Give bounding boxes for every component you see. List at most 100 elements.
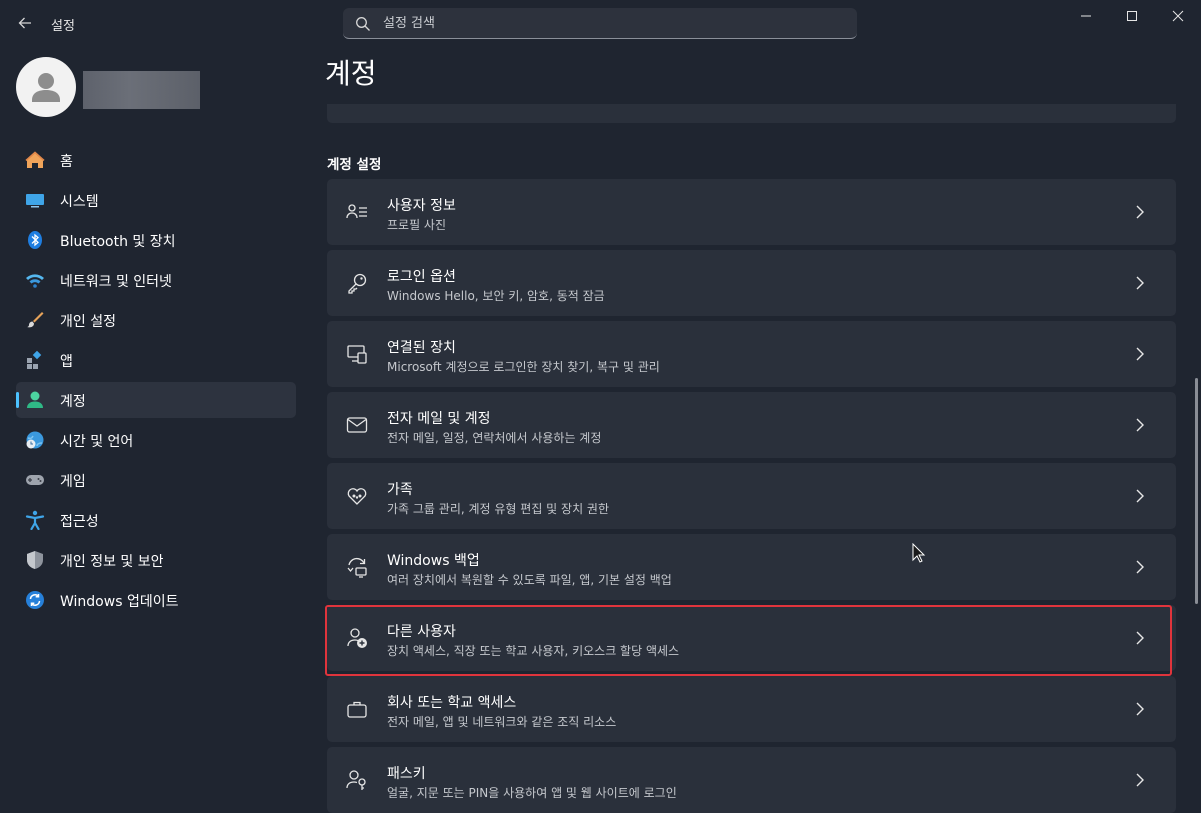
chevron-right-icon xyxy=(1134,346,1146,362)
search-input[interactable] xyxy=(383,12,843,34)
mail-icon xyxy=(344,412,370,438)
card-sign-in-options[interactable]: 로그인 옵션 Windows Hello, 보안 키, 암호, 동적 잠금 xyxy=(327,250,1176,316)
app-title: 설정 xyxy=(51,19,75,34)
key-icon xyxy=(344,270,370,296)
maximize-icon xyxy=(1127,11,1137,21)
sidebar-item-accessibility[interactable]: 접근성 xyxy=(16,502,296,538)
accessibility-icon xyxy=(25,510,45,530)
previous-card-partial xyxy=(327,104,1176,123)
account-icon xyxy=(25,390,45,410)
paintbrush-icon xyxy=(25,310,45,330)
sidebar-item-system[interactable]: 시스템 xyxy=(16,182,296,218)
sidebar-item-windows-update[interactable]: Windows 업데이트 xyxy=(16,582,296,618)
sidebar-item-label: 개인 설정 xyxy=(60,314,116,330)
page-title: 계정 xyxy=(325,57,377,90)
sidebar-item-privacy[interactable]: 개인 정보 및 보안 xyxy=(16,542,296,578)
user-silhouette-icon xyxy=(32,73,60,102)
minimize-icon xyxy=(1081,15,1091,17)
card-title: 패스키 xyxy=(387,766,426,782)
backup-icon xyxy=(344,554,370,580)
card-subtitle: 전자 메일, 일정, 연락처에서 사용하는 계정 xyxy=(387,431,602,445)
globe-clock-icon xyxy=(25,430,45,450)
sidebar-nav: 홈 시스템 Bluetooth 및 장치 네트워크 및 인터넷 개인 설정 앱 … xyxy=(16,142,296,622)
card-family[interactable]: 가족 가족 그룹 관리, 계정 유형 편집 및 장치 권한 xyxy=(327,463,1176,529)
avatar[interactable] xyxy=(16,57,76,117)
apps-icon xyxy=(25,350,45,370)
linked-devices-icon xyxy=(344,341,370,367)
close-button[interactable] xyxy=(1155,0,1201,32)
card-subtitle: 가족 그룹 관리, 계정 유형 편집 및 장치 권한 xyxy=(387,502,610,516)
sidebar-item-label: 앱 xyxy=(60,354,73,370)
card-title: 사용자 정보 xyxy=(387,198,456,214)
card-subtitle: Microsoft 계정으로 로그인한 장치 찾기, 복구 및 관리 xyxy=(387,360,660,374)
sidebar-item-label: Bluetooth 및 장치 xyxy=(60,234,176,250)
title-bar: 설정 xyxy=(0,0,1201,48)
shield-icon xyxy=(25,550,45,570)
highlight-annotation xyxy=(325,605,1172,676)
chevron-right-icon xyxy=(1134,488,1146,504)
card-subtitle: Windows Hello, 보안 키, 암호, 동적 잠금 xyxy=(387,289,605,303)
card-user-info[interactable]: 사용자 정보 프로필 사진 xyxy=(327,179,1176,245)
sidebar-item-accounts[interactable]: 계정 xyxy=(16,382,296,418)
card-passkeys[interactable]: 패스키 얼굴, 지문 또는 PIN을 사용하여 앱 및 웹 사이트에 로그인 xyxy=(327,747,1176,813)
user-info-icon xyxy=(344,199,370,225)
sidebar-item-label: 게임 xyxy=(60,474,86,490)
chevron-right-icon xyxy=(1134,275,1146,291)
sidebar-item-time-language[interactable]: 시간 및 언어 xyxy=(16,422,296,458)
card-subtitle: 프로필 사진 xyxy=(387,218,447,232)
sidebar-item-network[interactable]: 네트워크 및 인터넷 xyxy=(16,262,296,298)
family-heart-icon xyxy=(344,483,370,509)
sidebar-item-label: 시간 및 언어 xyxy=(60,434,134,450)
minimize-button[interactable] xyxy=(1063,0,1109,32)
search-icon xyxy=(356,17,370,31)
sidebar-item-label: 홈 xyxy=(60,154,73,170)
section-title: 계정 설정 xyxy=(327,157,382,173)
scrollbar-thumb[interactable] xyxy=(1195,378,1198,604)
card-email-accounts[interactable]: 전자 메일 및 계정 전자 메일, 일정, 연락처에서 사용하는 계정 xyxy=(327,392,1176,458)
sidebar-item-label: 개인 정보 및 보안 xyxy=(60,554,164,570)
sidebar-item-label: 계정 xyxy=(60,394,86,410)
gamepad-icon xyxy=(25,470,45,490)
sidebar-item-home[interactable]: 홈 xyxy=(16,142,296,178)
card-title: Windows 백업 xyxy=(387,553,480,569)
card-title: 로그인 옵션 xyxy=(387,269,456,285)
search-box[interactable] xyxy=(343,8,857,39)
chevron-right-icon xyxy=(1134,559,1146,575)
sidebar-item-bluetooth[interactable]: Bluetooth 및 장치 xyxy=(16,222,296,258)
sidebar-item-label: 시스템 xyxy=(60,194,99,210)
briefcase-icon xyxy=(344,696,370,722)
chevron-right-icon xyxy=(1134,701,1146,717)
sidebar-item-gaming[interactable]: 게임 xyxy=(16,462,296,498)
chevron-right-icon xyxy=(1134,204,1146,220)
profile-name-redacted xyxy=(83,71,200,109)
chevron-right-icon xyxy=(1134,772,1146,788)
card-subtitle: 여러 장치에서 복원할 수 있도록 파일, 앱, 기본 설정 백업 xyxy=(387,573,672,587)
card-subtitle: 얼굴, 지문 또는 PIN을 사용하여 앱 및 웹 사이트에 로그인 xyxy=(387,786,677,800)
sidebar-item-label: Windows 업데이트 xyxy=(60,594,179,610)
card-title: 가족 xyxy=(387,482,413,498)
mouse-cursor-icon xyxy=(912,543,926,563)
sidebar-item-apps[interactable]: 앱 xyxy=(16,342,296,378)
back-button[interactable] xyxy=(14,12,36,34)
system-display-icon xyxy=(25,190,45,210)
passkey-icon xyxy=(344,767,370,793)
bluetooth-icon xyxy=(25,230,45,250)
sidebar-item-label: 네트워크 및 인터넷 xyxy=(60,274,172,290)
card-subtitle: 전자 메일, 앱 및 네트워크와 같은 조직 리소스 xyxy=(387,715,617,729)
card-title: 전자 메일 및 계정 xyxy=(387,411,491,427)
card-title: 연결된 장치 xyxy=(387,340,456,356)
card-work-school-access[interactable]: 회사 또는 학교 액세스 전자 메일, 앱 및 네트워크와 같은 조직 리소스 xyxy=(327,676,1176,742)
home-icon xyxy=(25,150,45,170)
update-icon xyxy=(25,590,45,610)
selection-indicator xyxy=(16,392,19,408)
close-icon xyxy=(1172,10,1184,22)
card-windows-backup[interactable]: Windows 백업 여러 장치에서 복원할 수 있도록 파일, 앱, 기본 설… xyxy=(327,534,1176,600)
card-linked-devices[interactable]: 연결된 장치 Microsoft 계정으로 로그인한 장치 찾기, 복구 및 관… xyxy=(327,321,1176,387)
maximize-button[interactable] xyxy=(1109,0,1155,32)
card-title: 회사 또는 학교 액세스 xyxy=(387,695,517,711)
wifi-icon xyxy=(25,270,45,290)
chevron-right-icon xyxy=(1134,417,1146,433)
sidebar-item-label: 접근성 xyxy=(60,514,99,530)
back-arrow-icon xyxy=(18,17,31,29)
sidebar-item-personalization[interactable]: 개인 설정 xyxy=(16,302,296,338)
